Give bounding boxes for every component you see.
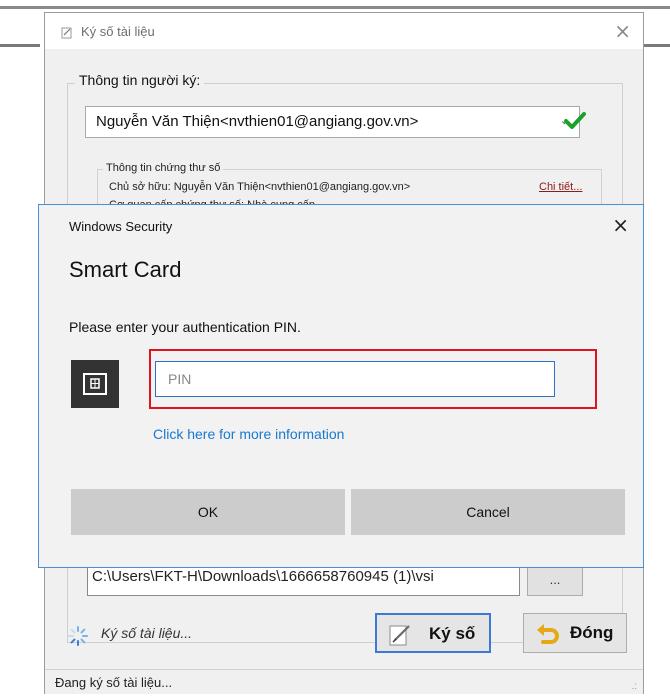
signer-select[interactable]: Nguyễn Văn Thiện<nvthien01@angiang.gov.v… xyxy=(85,106,580,138)
checkmark-icon xyxy=(564,112,586,129)
close-button[interactable]: Đóng xyxy=(523,613,627,653)
ok-button[interactable]: OK xyxy=(71,489,345,535)
dialog-title: Ký số tài liệu xyxy=(81,24,155,39)
file-path-field[interactable]: C:\Users\FKT-H\Downloads\1666658760945 (… xyxy=(87,566,520,596)
cancel-button[interactable]: Cancel xyxy=(351,489,625,535)
undo-arrow-icon xyxy=(537,624,559,644)
security-window-title: Windows Security xyxy=(69,219,173,234)
sign-button-label: Ký số xyxy=(429,624,476,643)
cert-owner: Chủ sở hữu: Nguyễn Văn Thiện<nvthien01@a… xyxy=(109,181,411,193)
security-heading: Smart Card xyxy=(69,257,182,282)
signer-select-value: Nguyễn Văn Thiện<nvthien01@angiang.gov.v… xyxy=(96,113,419,130)
document-sign-icon xyxy=(61,27,72,39)
signing-status-text: Ký số tài liệu... xyxy=(101,625,193,641)
signer-group-label: Thông tin người ký: xyxy=(75,72,205,88)
close-icon[interactable]: × xyxy=(612,213,629,237)
status-bar: Đang ký số tài liệu... .: xyxy=(45,669,643,696)
dialog-titlebar: Ký số tài liệu × xyxy=(45,13,643,49)
smart-card-icon xyxy=(71,360,119,408)
background-window-edge xyxy=(0,6,670,9)
cert-group-label: Thông tin chứng thư số xyxy=(103,162,224,174)
more-info-link[interactable]: Click here for more information xyxy=(153,426,344,442)
pin-prompt: Please enter your authentication PIN. xyxy=(69,319,301,335)
file-path-value: C:\Users\FKT-H\Downloads\1666658760945 (… xyxy=(92,568,434,585)
status-bar-text: Đang ký số tài liệu... xyxy=(55,675,173,690)
pin-input[interactable] xyxy=(155,361,555,397)
loading-spinner-icon xyxy=(68,626,88,646)
browse-button[interactable]: ... xyxy=(527,566,583,596)
close-button-label: Đóng xyxy=(570,623,614,642)
close-icon[interactable]: × xyxy=(614,19,631,43)
background-window-edge-left xyxy=(0,44,40,47)
sign-pen-icon xyxy=(389,625,410,646)
cert-details-link[interactable]: Chi tiết... xyxy=(539,181,582,193)
sign-button[interactable]: Ký số xyxy=(375,613,491,653)
resize-grip-icon[interactable]: .: xyxy=(631,681,637,692)
windows-security-dialog: Windows Security × Smart Card Please ent… xyxy=(38,204,644,568)
